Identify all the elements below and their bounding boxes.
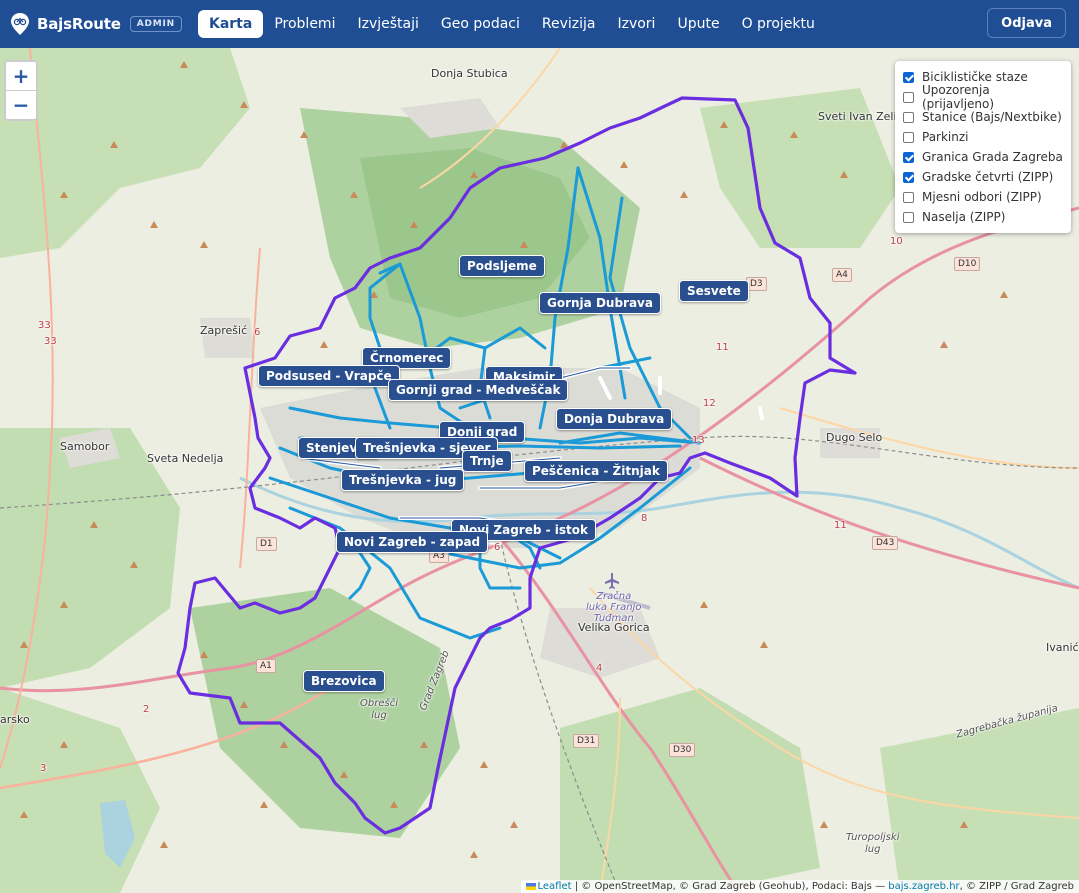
- town-label-samobor: Samobor: [60, 440, 110, 453]
- bajs-link[interactable]: bajs.zagreb.hr: [888, 881, 959, 892]
- top-navbar: BajsRoute ADMIN Karta Problemi Izvještaj…: [0, 0, 1079, 48]
- district-label-pescenica[interactable]: Peščenica - Žitnjak: [524, 460, 668, 482]
- layer-label: Parkinzi: [922, 130, 969, 144]
- town-label-zapresic: Zaprešić: [200, 324, 248, 337]
- town-label-airport: Zračna luka Franjo Tuđman: [586, 591, 642, 624]
- ukraine-flag-icon: [525, 882, 536, 890]
- district-label-gornji-grad[interactable]: Gornji grad - Medveščak: [388, 379, 569, 401]
- district-label-donja-dubrava[interactable]: Donja Dubrava: [556, 408, 673, 430]
- brand-name: BajsRoute: [37, 15, 121, 33]
- brand[interactable]: BajsRoute ADMIN: [10, 13, 182, 35]
- town-label-obresci-lug: Obrešči lug: [360, 698, 398, 721]
- road-number: 10: [890, 236, 903, 247]
- nav-item-upute[interactable]: Upute: [666, 10, 730, 38]
- town-label-sveti-ivan-zelina: Sveti Ivan Zelin: [818, 110, 904, 123]
- district-label-novi-zagreb-zapad[interactable]: Novi Zagreb - zapad: [336, 531, 489, 553]
- road-number: 11: [834, 520, 847, 531]
- road-number: 11: [716, 342, 729, 353]
- admin-badge: ADMIN: [129, 16, 182, 32]
- layer-row-parkinzi[interactable]: Parkinzi: [903, 127, 1063, 147]
- layer-label: Granica Grada Zagreba: [922, 150, 1063, 164]
- layer-checkbox[interactable]: [903, 131, 914, 143]
- nav-item-izvjestaji[interactable]: Izvještaji: [346, 10, 429, 38]
- layer-row-gradske-cetvrti[interactable]: Gradske četvrti (ZIPP): [903, 167, 1063, 187]
- district-label-trnje[interactable]: Trnje: [462, 450, 512, 472]
- district-label-podsused-vrapce[interactable]: Podsused - Vrapče: [258, 365, 400, 387]
- town-label-sveta-nedelja: Sveta Nedelja: [147, 452, 224, 465]
- layer-row-upozorenja[interactable]: Upozorenja (prijavljeno): [903, 83, 1063, 111]
- layer-row-mjesni-odbori[interactable]: Mjesni odbori (ZIPP): [903, 187, 1063, 207]
- layer-row-stanice[interactable]: Stanice (Bajs/Nextbike): [903, 107, 1063, 127]
- road-shield-d43: D43: [872, 536, 899, 550]
- town-label-sko: arsko: [0, 713, 30, 726]
- map-attribution: Leaflet | © OpenStreetMap, © Grad Zagreb…: [520, 880, 1079, 893]
- map-view[interactable]: Donja Stubica Sveti Ivan Zelin Zaprešić …: [0, 48, 1079, 893]
- layer-label: Biciklističke staze: [922, 70, 1028, 84]
- layer-row-granica[interactable]: Granica Grada Zagreba: [903, 147, 1063, 167]
- nav-item-problemi[interactable]: Problemi: [263, 10, 346, 38]
- layer-checkbox[interactable]: [903, 151, 914, 163]
- town-label-ivanic: Ivanić: [1046, 641, 1079, 654]
- district-label-tresnjevka-jug[interactable]: Trešnjevka - jug: [341, 469, 465, 491]
- zoom-in-button[interactable]: +: [6, 62, 36, 90]
- layer-checkbox[interactable]: [903, 71, 914, 83]
- layer-label: Naselja (ZIPP): [922, 210, 1006, 224]
- road-shield-a1: A1: [256, 659, 276, 673]
- road-shield-d30: D30: [669, 743, 696, 757]
- district-label-sesvete[interactable]: Sesvete: [679, 280, 749, 302]
- layer-label: Gradske četvrti (ZIPP): [922, 170, 1054, 184]
- district-label-brezovica[interactable]: Brezovica: [303, 670, 385, 692]
- logout-button[interactable]: Odjava: [987, 8, 1066, 38]
- layer-label: Mjesni odbori (ZIPP): [922, 190, 1042, 204]
- road-number: 4: [596, 663, 603, 674]
- town-label-turopoljski-lug: Turopoljski lug: [846, 832, 900, 855]
- layer-checkbox[interactable]: [903, 91, 914, 103]
- layer-checkbox[interactable]: [903, 171, 914, 183]
- layers-panel: Biciklističke staze Upozorenja (prijavlj…: [895, 61, 1071, 233]
- zoom-control: + −: [4, 60, 38, 121]
- main-nav: Karta Problemi Izvještaji Geo podaci Rev…: [197, 10, 826, 38]
- road-shield-d1: D1: [256, 537, 277, 551]
- road-number: 6: [254, 327, 261, 338]
- road-number: 13: [692, 435, 705, 446]
- nav-item-revizija[interactable]: Revizija: [531, 10, 607, 38]
- attribution-text-2: , © ZIPP / Grad Zagreb: [959, 881, 1074, 892]
- layer-label: Upozorenja (prijavljeno): [922, 83, 995, 111]
- attribution-text: | © OpenStreetMap, © Grad Zagreb (Geohub…: [571, 881, 889, 892]
- district-label-gornja-dubrava[interactable]: Gornja Dubrava: [539, 292, 661, 314]
- nav-item-o-projektu[interactable]: O projektu: [731, 10, 826, 38]
- zoom-out-button[interactable]: −: [6, 90, 36, 119]
- road-number: 2: [143, 704, 150, 715]
- road-shield-d3: D3: [746, 277, 767, 291]
- road-number: 3: [40, 763, 47, 774]
- road-shield-a4: A4: [832, 268, 852, 282]
- district-label-podsljeme[interactable]: Podsljeme: [459, 255, 545, 277]
- road-number: 33: [38, 320, 51, 331]
- town-label-dugo-selo: Dugo Selo: [826, 431, 883, 444]
- road-shield-d10: D10: [954, 257, 981, 271]
- layer-row-naselja[interactable]: Naselja (ZIPP): [903, 207, 1063, 227]
- map-pin-logo-icon: [11, 13, 29, 35]
- nav-item-izvori[interactable]: Izvori: [606, 10, 666, 38]
- layer-label: Stanice (Bajs/Nextbike): [922, 110, 1062, 124]
- nav-item-geo-podaci[interactable]: Geo podaci: [430, 10, 531, 38]
- road-number: 33: [44, 336, 57, 347]
- road-number: 8: [641, 513, 648, 524]
- layer-checkbox[interactable]: [903, 191, 914, 203]
- road-shield-d31: D31: [573, 734, 600, 748]
- layer-checkbox[interactable]: [903, 111, 914, 123]
- road-number: 6: [494, 542, 501, 553]
- town-label-donja-stubica: Donja Stubica: [431, 67, 508, 80]
- layer-checkbox[interactable]: [903, 211, 914, 223]
- nav-item-karta[interactable]: Karta: [197, 10, 264, 38]
- leaflet-link[interactable]: Leaflet: [538, 881, 572, 892]
- road-number: 12: [703, 398, 716, 409]
